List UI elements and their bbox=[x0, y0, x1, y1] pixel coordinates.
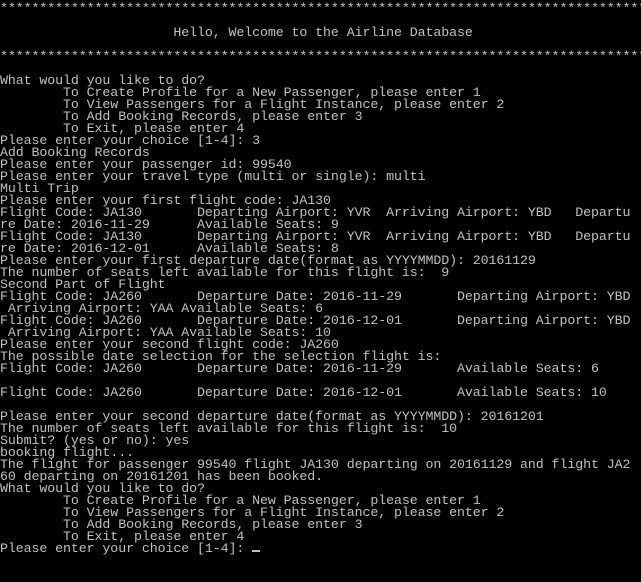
text-cursor[interactable] bbox=[252, 550, 261, 552]
flight-record-line: Flight Code: JA260 Departure Date: 2016-… bbox=[0, 361, 599, 376]
choice-prompt: Please enter your choice [1-4]: bbox=[0, 541, 253, 556]
console-window[interactable]: ****************************************… bbox=[0, 0, 641, 582]
input-line[interactable]: Please enter your choice [1-4]: bbox=[0, 541, 261, 556]
flight-record-line: Flight Code: JA260 Departure Date: 2016-… bbox=[0, 385, 607, 400]
banner-border-top: ****************************************… bbox=[0, 1, 641, 16]
banner-border-bottom: ****************************************… bbox=[0, 49, 641, 64]
welcome-title: Hello, Welcome to the Airline Database bbox=[0, 25, 473, 40]
